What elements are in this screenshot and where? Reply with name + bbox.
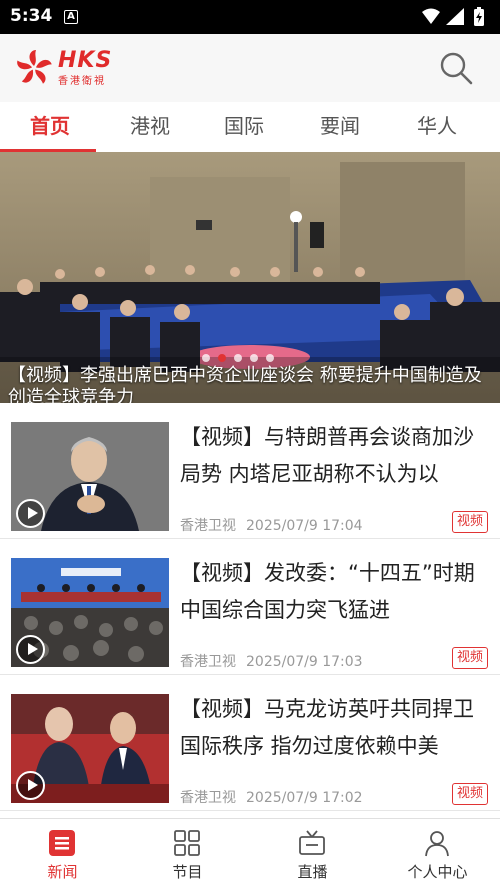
- news-item[interactable]: 【视频】与特朗普再会谈商加沙局势 内塔尼亚胡称不认为以 香港卫视 2025/07/…: [0, 403, 500, 539]
- news-meta: 香港卫视 2025/07/9 17:03: [180, 651, 373, 671]
- bauhinia-logo-icon: [17, 50, 52, 84]
- tab-headlines[interactable]: 要闻: [290, 102, 390, 152]
- hks-logo[interactable]: HKS 香港衛視: [14, 48, 129, 88]
- play-icon[interactable]: [16, 635, 45, 664]
- pagination-dot[interactable]: [234, 354, 242, 362]
- nav-news[interactable]: 新闻: [0, 819, 125, 888]
- nav-live[interactable]: 直播: [250, 819, 375, 888]
- category-tabs: 首页 港视 国际 要闻 华人: [0, 102, 500, 152]
- nav-profile[interactable]: 个人中心: [375, 819, 500, 888]
- tab-label: 港视: [130, 114, 170, 138]
- featured-banner[interactable]: 【视频】李强出席巴西中资企业座谈会 称要提升中国制造及创造全球竞争力: [0, 152, 500, 403]
- play-icon[interactable]: [16, 771, 45, 800]
- pagination-dot[interactable]: [266, 354, 274, 362]
- play-icon[interactable]: [16, 499, 45, 528]
- news-icon: [49, 830, 75, 856]
- tab-label: 首页: [30, 114, 70, 138]
- tv-icon: [299, 830, 325, 855]
- tab-home[interactable]: 首页: [0, 102, 100, 152]
- news-source: 香港卫视: [180, 518, 236, 534]
- system-status-icons: [422, 7, 484, 26]
- video-tag: 视频: [451, 511, 488, 533]
- news-thumbnail: [11, 694, 169, 803]
- tab-label: 要闻: [320, 114, 360, 138]
- news-item[interactable]: 【视频】发改委：“十四五”时期中国综合国力突飞猛进 香港卫视 2025/07/9 …: [0, 539, 500, 675]
- news-datetime: 2025/07/9 17:03: [246, 654, 363, 670]
- banner-title[interactable]: 【视频】李强出席巴西中资企业座谈会 称要提升中国制造及创造全球竞争力: [8, 365, 498, 403]
- nav-programs[interactable]: 节目: [125, 819, 250, 888]
- signal-icon: [446, 8, 464, 25]
- bottom-navigation: 新闻 节目 直播 个人中心: [0, 818, 500, 888]
- banner-pagination: [202, 347, 282, 362]
- app-screen: 5:34 A HKS 香港衛視 首页 港视 国际 要闻 华人 【视频】李强出席巴…: [0, 0, 500, 888]
- pagination-dot[interactable]: [202, 354, 210, 362]
- search-icon[interactable]: [438, 50, 474, 86]
- nav-label: 新闻: [47, 863, 78, 881]
- tab-chinese[interactable]: 华人: [387, 102, 487, 152]
- app-header: HKS 香港衛視: [0, 34, 500, 102]
- news-thumbnail: [11, 422, 169, 531]
- video-tag: 视频: [451, 783, 488, 805]
- status-bar: 5:34 A: [0, 0, 500, 34]
- video-tag: 视频: [451, 647, 488, 669]
- nav-label: 个人中心: [407, 863, 468, 881]
- pagination-dot[interactable]: [250, 354, 258, 362]
- nav-label: 节目: [172, 863, 203, 881]
- news-meta: 香港卫视 2025/07/9 17:04: [180, 515, 373, 535]
- news-title[interactable]: 【视频】发改委：“十四五”时期中国综合国力突飞猛进: [180, 555, 492, 635]
- news-datetime: 2025/07/9 17:04: [246, 518, 363, 534]
- tab-international[interactable]: 国际: [194, 102, 294, 152]
- news-meta: 香港卫视 2025/07/9 17:02: [180, 787, 373, 807]
- nav-label: 直播: [297, 863, 328, 881]
- status-time: 5:34: [10, 6, 53, 26]
- tab-label: 国际: [224, 114, 264, 138]
- pagination-dot-active[interactable]: [218, 354, 226, 362]
- news-title[interactable]: 【视频】与特朗普再会谈商加沙局势 内塔尼亚胡称不认为以: [180, 419, 492, 499]
- news-source: 香港卫视: [180, 654, 236, 670]
- wifi-icon: [422, 8, 440, 24]
- news-item[interactable]: 【视频】马克龙访英吁共同捍卫国际秩序 指勿过度依赖中美 香港卫视 2025/07/…: [0, 675, 500, 811]
- logo-text: HKS: [58, 48, 113, 73]
- grid-icon: [174, 830, 200, 856]
- news-datetime: 2025/07/9 17:02: [246, 790, 363, 806]
- news-source: 香港卫视: [180, 790, 236, 806]
- news-title[interactable]: 【视频】马克龙访英吁共同捍卫国际秩序 指勿过度依赖中美: [180, 691, 492, 771]
- logo-subtext: 香港衛視: [58, 76, 106, 87]
- news-list: 【视频】与特朗普再会谈商加沙局势 内塔尼亚胡称不认为以 香港卫视 2025/07/…: [0, 403, 500, 811]
- user-icon: [425, 831, 449, 857]
- tab-hk-tv[interactable]: 港视: [100, 102, 200, 152]
- tab-label: 华人: [417, 114, 457, 138]
- a-notification-icon: A: [64, 10, 78, 24]
- news-thumbnail: [11, 558, 169, 667]
